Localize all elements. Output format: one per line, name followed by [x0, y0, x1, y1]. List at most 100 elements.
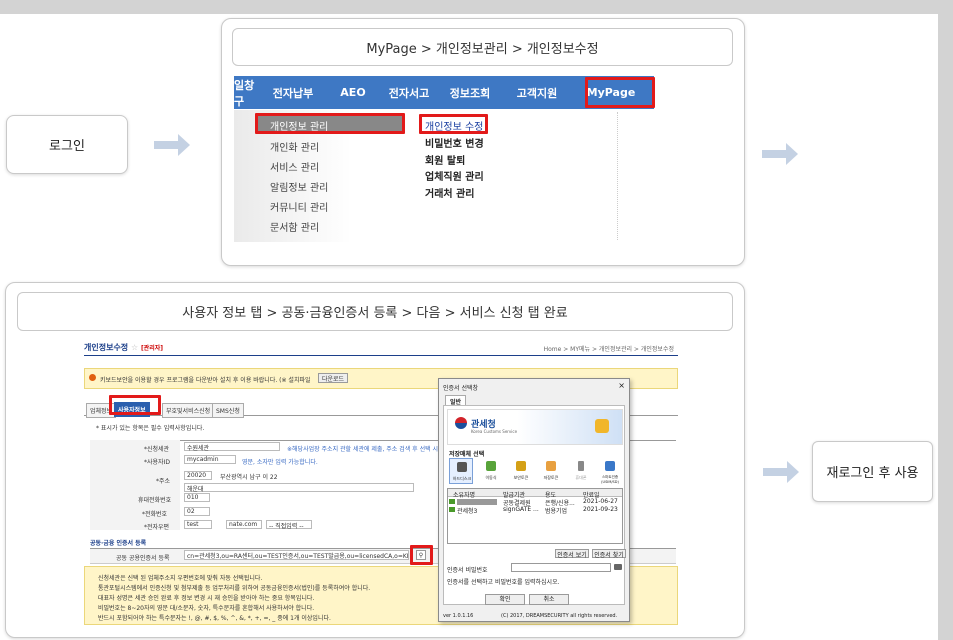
- row-input[interactable]: 010: [184, 493, 210, 502]
- row-input[interactable]: 해운대: [184, 483, 414, 493]
- email-domain-select[interactable]: -- 직접입력 --: [266, 520, 312, 530]
- menu-item[interactable]: 개인화 관리: [270, 139, 319, 154]
- step-login-box: 로그인: [6, 115, 128, 174]
- highlight-menu-left: [255, 113, 405, 134]
- required-note: * 표시가 있는 항목은 필수 입력사항입니다.: [96, 425, 205, 432]
- title-rule: [84, 355, 678, 356]
- table-row[interactable]: 공동결제원 은행/신용... 2021-06-27: [448, 498, 622, 507]
- menu-item[interactable]: 비밀번호 변경: [425, 135, 484, 150]
- row-input[interactable]: nate.com: [226, 520, 262, 529]
- cert-section-title: 공동·금융 인증서 등록: [90, 540, 147, 547]
- ok-button[interactable]: 확인: [485, 594, 525, 605]
- tab-service[interactable]: 부호및서비스신청: [162, 403, 215, 418]
- storage-removable[interactable]: 이동식: [479, 458, 503, 484]
- row-input[interactable]: 수원세관: [184, 442, 280, 452]
- menu-item[interactable]: 회원 탈퇴: [425, 152, 465, 167]
- row-hint: 영문, 소자만 입력 가능합니다.: [242, 459, 318, 466]
- cancel-button[interactable]: 취소: [529, 594, 569, 605]
- usb-icon: [486, 461, 496, 471]
- info-bullet: 통관포털시스템에서 인증신청 및 첨부제출 등 업무처리를 위하여 공동금융인증…: [98, 585, 371, 592]
- row-label: 휴대전화번호: [138, 497, 172, 504]
- info-bullet: 비밀번호는 8~20자의 영문 대/소문자, 숫자, 특수문자를 혼합해서 사용…: [98, 605, 315, 612]
- row-hint: 부산광역시 남구 이 22: [220, 474, 278, 481]
- download-button[interactable]: 다운로드: [318, 373, 348, 383]
- cert-icon: [449, 499, 455, 504]
- row-hint: ※해당사업장 주소지 관할 세관에 제출, 주소 검색 후 선택 시: [287, 446, 439, 453]
- phone-icon: [578, 461, 584, 471]
- version: ver 1.0.1.16: [443, 613, 474, 619]
- brand-sub: Korea Customs Service: [471, 429, 518, 434]
- nav-item[interactable]: 정보조회: [438, 85, 502, 101]
- info-bullet: 반드시 포함되어야 하는 특수문자는 !, @, #, $, %, ^, &, …: [98, 615, 331, 622]
- cert-input[interactable]: cn=관세청3,ou=RA센터,ou=TEST인증서,ou=TEST발급용,ou…: [184, 550, 409, 560]
- lock-icon: [595, 419, 609, 433]
- arrow-icon: [154, 134, 190, 156]
- nav-item[interactable]: 전자서고: [380, 85, 438, 101]
- nav-item[interactable]: 고객지원: [502, 85, 572, 101]
- menu-item[interactable]: 문서함 관리: [270, 219, 319, 234]
- nav-item[interactable]: 일창구: [234, 77, 260, 109]
- menu-item[interactable]: 업체직원 관리: [425, 168, 484, 183]
- row-label: *신청세관: [144, 446, 170, 453]
- breadcrumb-text: MyPage > 개인정보관리 > 개인정보수정: [366, 41, 599, 57]
- row-input[interactable]: 02: [184, 507, 210, 516]
- table-row[interactable]: 관세청3 signGATE ... 범용기업 2021-09-23: [448, 506, 622, 515]
- breadcrumb-text: 사용자 정보 탭 > 공동·금융인증서 등록 > 다음 > 서비스 신청 탭 완…: [182, 306, 568, 321]
- storage-smart[interactable]: 스마트인증(USIM/SD): [597, 458, 623, 484]
- pw-label: 인증서 비밀번호: [447, 567, 488, 574]
- hdd-icon: [457, 462, 467, 472]
- highlight-cert-search: [410, 545, 433, 565]
- storage-option-label: 저장토큰: [543, 475, 559, 480]
- copyright: (C) 2017, DREAMSECURITY all rights reser…: [501, 613, 618, 619]
- highlight-mypage: [585, 77, 655, 108]
- breadcrumb-bottom: 사용자 정보 탭 > 공동·금융인증서 등록 > 다음 > 서비스 신청 탭 완…: [17, 292, 733, 331]
- storage-option-label: 휴대폰: [575, 475, 587, 480]
- menu-item[interactable]: 서비스 관리: [270, 159, 319, 174]
- sim-icon: [605, 461, 615, 471]
- pw-hint: 인증서를 선택하고 비밀번호를 입력하십시오.: [447, 579, 560, 586]
- storage-option-label: 이동식: [485, 475, 497, 480]
- row-input[interactable]: test: [184, 520, 212, 529]
- nav-item[interactable]: 전자납부: [260, 85, 326, 101]
- warning-icon: [89, 374, 96, 381]
- row-label: *주소: [156, 478, 171, 485]
- cert-label: 공동 공용인증서 등록: [116, 555, 170, 562]
- arrow-icon: [762, 143, 798, 165]
- row-input[interactable]: 20020: [184, 471, 212, 480]
- storage-token[interactable]: 보안토큰: [509, 458, 533, 484]
- notice-text: 키보드보안을 이용할 경우 프로그램을 다운받아 설치 후 이용 바랍니다. (…: [100, 377, 311, 384]
- menu-divider: [617, 112, 618, 240]
- nav-item[interactable]: AEO: [326, 86, 380, 99]
- step-relogin-box: 재로그인 후 사용: [812, 441, 933, 502]
- storage-option-label: 보안토큰: [513, 475, 529, 480]
- page-title: 개인정보수정 ☆ [관리자]: [84, 343, 163, 352]
- find-cert-button[interactable]: 인증서 찾기: [592, 549, 626, 559]
- tab-sms[interactable]: SMS신청: [212, 403, 244, 418]
- row-input[interactable]: mycadmin: [184, 455, 236, 464]
- dialog-title: 인증서 선택창: [443, 385, 479, 392]
- row-label: *전화번호: [142, 511, 168, 518]
- cert-icon: [449, 507, 455, 512]
- pw-input[interactable]: [511, 563, 611, 572]
- storage-option-label: 하드디스크: [452, 476, 472, 481]
- row-label: *사용자ID: [144, 459, 170, 466]
- storage-phone[interactable]: 휴대폰: [569, 458, 593, 484]
- storage-option-label: 스마트인증(USIM/SD): [601, 475, 619, 484]
- storage-savetoken[interactable]: 저장토큰: [539, 458, 563, 484]
- info-bullet: 대표자 성명은 세관 승인 완료 후 정보 변경 시 재 승인을 받아야 하는 …: [98, 595, 315, 602]
- savetoken-icon: [546, 461, 556, 471]
- menu-item[interactable]: 알림정보 관리: [270, 179, 328, 194]
- view-cert-button[interactable]: 인증서 보기: [555, 549, 589, 559]
- cert-owner-redacted: [457, 499, 497, 505]
- step-relogin-label: 재로그인 후 사용: [826, 466, 919, 481]
- close-icon[interactable]: ×: [618, 381, 625, 390]
- arrow-icon: [763, 461, 799, 483]
- keyboard-icon[interactable]: [614, 564, 622, 570]
- menu-item[interactable]: 커뮤니티 관리: [270, 199, 328, 214]
- token-icon: [516, 461, 526, 471]
- info-bullet: 신청세관은 신택 된 업체주소지 우편번호에 맞춰 자동 선택됩니다.: [98, 575, 263, 582]
- highlight-menu-edit: [419, 114, 488, 134]
- row-label: *전자우편: [144, 524, 170, 531]
- menu-item[interactable]: 거래처 관리: [425, 185, 474, 200]
- storage-hdd[interactable]: 하드디스크: [449, 458, 473, 484]
